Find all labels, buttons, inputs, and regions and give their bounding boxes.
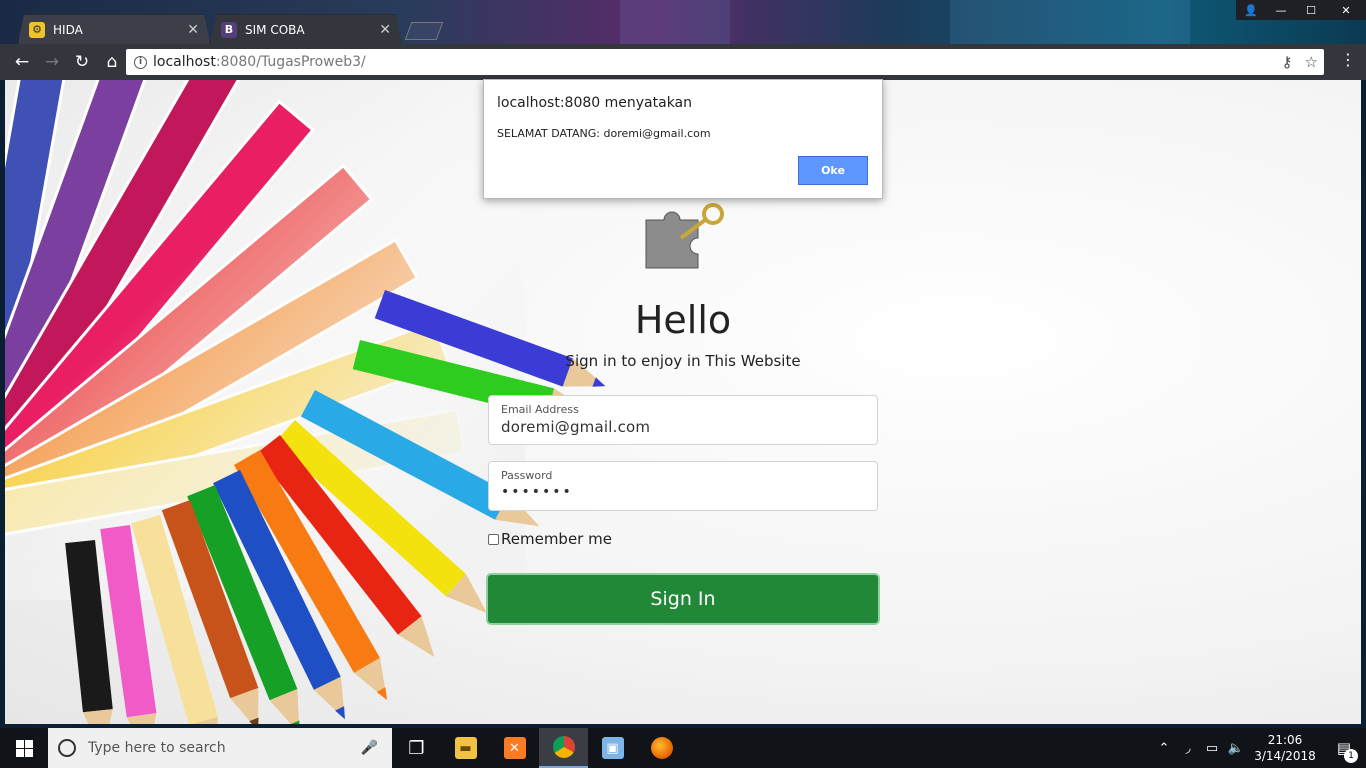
cortana-icon bbox=[58, 739, 76, 757]
start-button[interactable] bbox=[0, 728, 48, 768]
clock-time: 21:06 bbox=[1267, 733, 1303, 747]
email-field[interactable]: Email Address doremi@gmail.com bbox=[488, 395, 878, 445]
file-explorer-icon[interactable]: ▬ bbox=[441, 728, 490, 768]
taskbar-search-box[interactable]: Type here to search 🎤 bbox=[48, 728, 392, 768]
virtualbox-icon[interactable]: ▣ bbox=[588, 728, 637, 768]
colored-pencils-decoration bbox=[65, 290, 606, 724]
password-field[interactable]: Password ••••••• bbox=[488, 461, 878, 511]
puzzle-key-logo bbox=[645, 203, 724, 269]
close-tab-icon[interactable]: ✕ bbox=[379, 22, 391, 38]
close-tab-icon[interactable]: ✕ bbox=[187, 22, 199, 38]
password-label: Password bbox=[501, 469, 553, 482]
address-bar[interactable]: i localhost:8080/TugasProweb3/ ⚷ ☆ bbox=[126, 49, 1324, 75]
alert-title: localhost:8080 menyatakan bbox=[497, 95, 693, 111]
remember-me-checkbox[interactable] bbox=[488, 533, 499, 545]
remember-me-label: Remember me bbox=[501, 530, 612, 548]
alert-ok-button[interactable]: Oke bbox=[798, 156, 868, 185]
notification-badge: 1 bbox=[1344, 749, 1358, 763]
tab-title: HIDA bbox=[53, 22, 83, 37]
email-value[interactable]: doremi@gmail.com bbox=[501, 418, 865, 436]
info-icon[interactable]: i bbox=[134, 55, 147, 69]
page-heading: Hello bbox=[634, 298, 732, 342]
url-host: localhost bbox=[153, 54, 216, 70]
window-controls: 👤 — ☐ ✕ bbox=[1236, 0, 1366, 20]
clock-date: 3/14/2018 bbox=[1254, 749, 1316, 763]
hida-favicon-icon: ⚙ bbox=[29, 22, 45, 38]
firefox-icon[interactable] bbox=[637, 728, 686, 768]
sign-in-button[interactable]: Sign In bbox=[486, 573, 880, 625]
remember-me[interactable]: Remember me bbox=[488, 530, 612, 548]
key-icon[interactable]: ⚷ bbox=[1282, 53, 1293, 71]
minimize-icon[interactable]: — bbox=[1266, 0, 1296, 20]
back-icon[interactable]: ← bbox=[8, 48, 36, 76]
tab-sim-coba[interactable]: B SIM COBA ✕ bbox=[210, 14, 402, 44]
tab-strip: ⚙ HIDA ✕ B SIM COBA ✕ 👤 — ☐ ✕ bbox=[0, 0, 1366, 44]
taskbar: Type here to search 🎤 ❐ ▬ ✕ ▣ ⌃ ◞ ▭ 🔈 21… bbox=[0, 728, 1366, 768]
xampp-icon[interactable]: ✕ bbox=[490, 728, 539, 768]
maximize-icon[interactable]: ☐ bbox=[1296, 0, 1326, 20]
system-tray: ⌃ ◞ ▭ 🔈 21:06 3/14/2018 ▤ 1 bbox=[1152, 728, 1366, 768]
windows-logo-icon bbox=[15, 739, 33, 757]
network-icon[interactable]: ◞ bbox=[1176, 741, 1200, 756]
page-subheading: Sign in to enjoy in This Website bbox=[565, 352, 801, 370]
url-path: :8080/TugasProweb3/ bbox=[215, 54, 366, 70]
clock[interactable]: 21:06 3/14/2018 bbox=[1248, 732, 1322, 764]
password-value[interactable]: ••••••• bbox=[501, 484, 865, 500]
browser-menu-icon[interactable]: ⋮ bbox=[1340, 50, 1356, 69]
bootstrap-favicon-icon: B bbox=[221, 22, 237, 38]
email-label: Email Address bbox=[501, 403, 579, 416]
tab-title: SIM COBA bbox=[245, 22, 305, 37]
tab-hida[interactable]: ⚙ HIDA ✕ bbox=[18, 14, 210, 44]
alert-message: SELAMAT DATANG: doremi@gmail.com bbox=[497, 127, 711, 140]
browser-toolbar: ← → ↻ ⌂ i localhost:8080/TugasProweb3/ ⚷… bbox=[0, 44, 1366, 80]
battery-icon[interactable]: ▭ bbox=[1200, 741, 1224, 756]
chevron-up-icon[interactable]: ⌃ bbox=[1152, 741, 1176, 756]
bookmark-star-icon[interactable]: ☆ bbox=[1305, 53, 1318, 71]
home-icon[interactable]: ⌂ bbox=[98, 48, 126, 76]
search-placeholder: Type here to search bbox=[88, 740, 226, 756]
notification-icon[interactable]: ▤ 1 bbox=[1322, 739, 1366, 763]
reload-icon[interactable]: ↻ bbox=[68, 48, 96, 76]
microphone-icon[interactable]: 🎤 bbox=[361, 740, 378, 756]
profile-icon[interactable]: 👤 bbox=[1236, 0, 1266, 20]
task-view-icon[interactable]: ❐ bbox=[392, 728, 441, 768]
forward-icon[interactable]: → bbox=[38, 48, 66, 76]
close-window-icon[interactable]: ✕ bbox=[1326, 0, 1366, 20]
new-tab-button[interactable] bbox=[404, 22, 444, 40]
alert-dialog: localhost:8080 menyatakan SELAMAT DATANG… bbox=[483, 79, 883, 199]
chrome-icon[interactable] bbox=[539, 728, 588, 768]
volume-icon[interactable]: 🔈 bbox=[1224, 741, 1248, 756]
